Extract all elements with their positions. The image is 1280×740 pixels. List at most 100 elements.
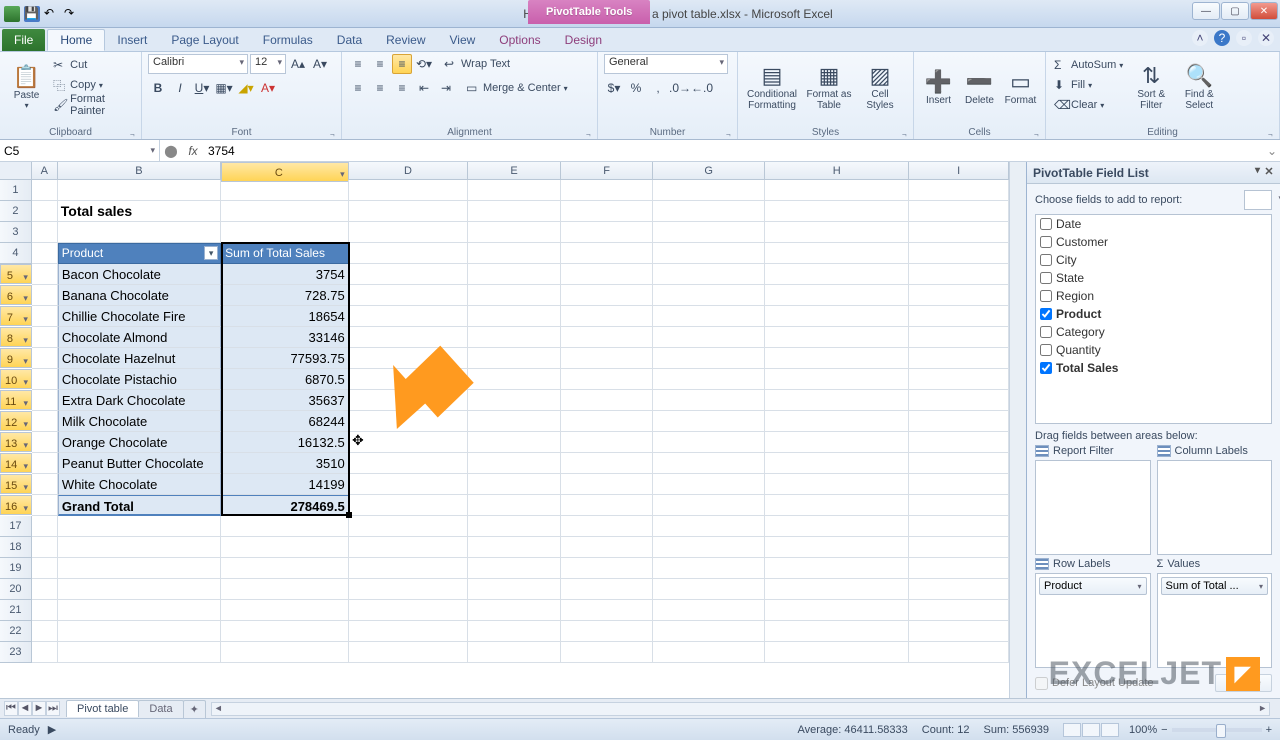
percent-icon[interactable]: % xyxy=(626,78,646,98)
tab-page-layout[interactable]: Page Layout xyxy=(159,29,250,51)
row-header-2[interactable]: 2 xyxy=(0,201,32,222)
cell-A13[interactable] xyxy=(32,432,58,453)
tab-formulas[interactable]: Formulas xyxy=(251,29,325,51)
find-select-button[interactable]: 🔍Find & Select xyxy=(1177,54,1221,120)
col-header-C[interactable]: C xyxy=(221,162,349,182)
help-icon[interactable]: ? xyxy=(1214,30,1230,46)
cell-G21[interactable] xyxy=(653,600,765,621)
cell-F10[interactable] xyxy=(561,369,654,390)
cell-A6[interactable] xyxy=(32,285,58,306)
conditional-formatting-button[interactable]: ▤Conditional Formatting xyxy=(744,54,800,120)
col-header-F[interactable]: F xyxy=(561,162,654,179)
cell-A20[interactable] xyxy=(32,579,58,600)
cell-F3[interactable] xyxy=(561,222,654,243)
cell-G23[interactable] xyxy=(653,642,765,663)
cell-I23[interactable] xyxy=(909,642,1009,663)
cell-F1[interactable] xyxy=(561,180,654,201)
cell-I3[interactable] xyxy=(909,222,1009,243)
cell-H3[interactable] xyxy=(765,222,909,243)
cell-C1[interactable] xyxy=(221,180,348,201)
cell-C8[interactable]: 33146 xyxy=(221,327,348,348)
cell-B4[interactable]: Product▾ xyxy=(58,243,221,264)
cell-I2[interactable] xyxy=(909,201,1009,222)
cell-A19[interactable] xyxy=(32,558,58,579)
pivot-row-dropdown[interactable]: ▾ xyxy=(204,246,218,260)
field-region[interactable]: Region xyxy=(1036,287,1271,305)
cell-I8[interactable] xyxy=(909,327,1009,348)
cell-D5[interactable] xyxy=(349,264,469,285)
cell-C5[interactable]: 3754 xyxy=(221,264,348,285)
cell-C6[interactable]: 728.75 xyxy=(221,285,348,306)
clear-button[interactable]: ⌫Clear▾ xyxy=(1052,96,1125,114)
cell-E5[interactable] xyxy=(468,264,561,285)
cell-B1[interactable] xyxy=(58,180,221,201)
zoom-slider[interactable] xyxy=(1172,728,1262,732)
cell-styles-button[interactable]: ▨Cell Styles xyxy=(858,54,902,120)
cell-A12[interactable] xyxy=(32,411,58,432)
row-header-19[interactable]: 19 xyxy=(0,558,32,579)
cell-F12[interactable] xyxy=(561,411,654,432)
field-checkbox[interactable] xyxy=(1040,290,1052,302)
cell-G15[interactable] xyxy=(653,474,765,495)
cell-B18[interactable] xyxy=(58,537,221,558)
cell-C18[interactable] xyxy=(221,537,348,558)
cell-A17[interactable] xyxy=(32,516,58,537)
cell-A21[interactable] xyxy=(32,600,58,621)
row-header-23[interactable]: 23 xyxy=(0,642,32,663)
field-total-sales[interactable]: Total Sales xyxy=(1036,359,1271,377)
name-box[interactable]: C5 xyxy=(0,140,160,161)
cell-H5[interactable] xyxy=(765,264,909,285)
field-category[interactable]: Category xyxy=(1036,323,1271,341)
format-painter-button[interactable]: 🖌Format Painter xyxy=(51,96,135,114)
cell-E3[interactable] xyxy=(468,222,561,243)
sheet-nav-last[interactable]: ⏭ xyxy=(46,701,60,716)
cell-C7[interactable]: 18654 xyxy=(221,306,348,327)
cell-D3[interactable] xyxy=(349,222,469,243)
cell-G14[interactable] xyxy=(653,453,765,474)
cell-D14[interactable] xyxy=(349,453,469,474)
row-header-16[interactable]: 16 xyxy=(0,495,32,515)
row-header-22[interactable]: 22 xyxy=(0,621,32,642)
cell-H18[interactable] xyxy=(765,537,909,558)
cell-D6[interactable] xyxy=(349,285,469,306)
row-chip[interactable]: Product▾ xyxy=(1039,577,1147,595)
cell-B20[interactable] xyxy=(58,579,221,600)
align-right-icon[interactable]: ≡ xyxy=(392,78,412,98)
cell-D16[interactable] xyxy=(349,495,469,516)
cell-H21[interactable] xyxy=(765,600,909,621)
cell-G19[interactable] xyxy=(653,558,765,579)
field-checkbox[interactable] xyxy=(1040,218,1052,230)
panel-menu-icon[interactable]: ▾ xyxy=(1255,165,1260,176)
cell-H6[interactable] xyxy=(765,285,909,306)
field-checkbox[interactable] xyxy=(1040,326,1052,338)
merge-center-button[interactable]: ▭Merge & Center▾ xyxy=(464,79,570,97)
cell-G17[interactable] xyxy=(653,516,765,537)
cell-A10[interactable] xyxy=(32,369,58,390)
field-checkbox[interactable] xyxy=(1040,308,1052,320)
sheet-nav-first[interactable]: ⏮ xyxy=(4,701,18,716)
autosum-button[interactable]: ΣAutoSum▾ xyxy=(1052,56,1125,74)
cell-B14[interactable]: Peanut Butter Chocolate xyxy=(58,453,221,474)
col-header-B[interactable]: B xyxy=(58,162,221,179)
sheet-tab-data[interactable]: Data xyxy=(138,700,183,717)
row-header-6[interactable]: 6 xyxy=(0,285,32,305)
field-date[interactable]: Date xyxy=(1036,215,1271,233)
row-header-21[interactable]: 21 xyxy=(0,600,32,621)
fill-color-button[interactable]: ◢▾ xyxy=(236,78,256,98)
row-header-18[interactable]: 18 xyxy=(0,537,32,558)
cell-E15[interactable] xyxy=(468,474,561,495)
row-header-9[interactable]: 9 xyxy=(0,348,32,368)
col-header-D[interactable]: D xyxy=(349,162,469,179)
cell-H16[interactable] xyxy=(765,495,909,516)
cell-E16[interactable] xyxy=(468,495,561,516)
column-labels-area[interactable] xyxy=(1157,460,1273,555)
cell-A14[interactable] xyxy=(32,453,58,474)
cell-C9[interactable]: 77593.75 xyxy=(221,348,348,369)
cell-A1[interactable] xyxy=(32,180,58,201)
cell-A23[interactable] xyxy=(32,642,58,663)
insert-cells-button[interactable]: ➕Insert xyxy=(920,54,957,120)
redo-icon[interactable]: ↷ xyxy=(64,6,80,22)
cell-E6[interactable] xyxy=(468,285,561,306)
cell-E11[interactable] xyxy=(468,390,561,411)
font-size-select[interactable]: 12 xyxy=(250,54,286,74)
